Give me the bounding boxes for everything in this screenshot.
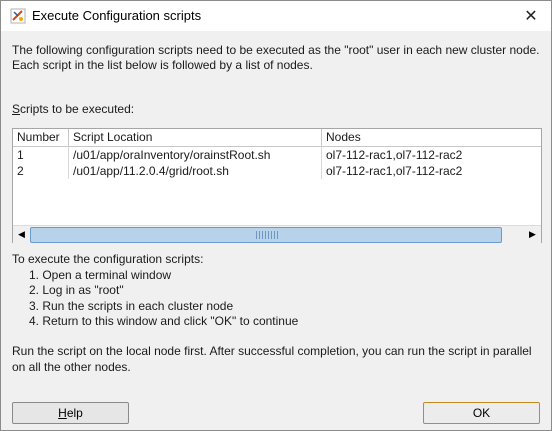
column-header-number[interactable]: Number <box>13 129 69 146</box>
scripts-label: Scripts to be executed: <box>12 102 134 116</box>
window-title: Execute Configuration scripts <box>32 8 202 23</box>
scroll-left-icon[interactable]: ◀ <box>13 226 30 243</box>
description-text: The following configuration scripts need… <box>12 43 540 72</box>
table-cell-script-location: /u01/app/11.2.0.4/grid/root.sh <box>69 163 322 179</box>
scripts-label-text: cripts to be executed: <box>20 102 135 116</box>
scroll-right-icon[interactable]: ▶ <box>524 226 541 243</box>
table-header: Number Script Location Nodes <box>13 129 541 147</box>
scrollbar-thumb[interactable] <box>30 227 502 243</box>
oracle-installer-icon <box>10 8 26 24</box>
instructions-heading: To execute the configuration scripts: <box>12 252 204 266</box>
instruction-step: 1. Open a terminal window <box>29 267 172 282</box>
help-button-mnemonic: H <box>58 406 67 420</box>
instruction-step: 4. Return to this window and click "OK" … <box>29 314 299 328</box>
table-cell-number: 2 <box>13 163 69 179</box>
instructions: To execute the configuration scripts: 1.… <box>12 252 298 330</box>
help-button-label: elp <box>66 406 83 420</box>
column-header-nodes[interactable]: Nodes <box>322 129 541 146</box>
instruction-step: 2. Log in as "root" <box>29 283 124 297</box>
table-cell-nodes: ol7-112-rac1,ol7-112-rac2 <box>326 164 463 178</box>
local-node-note: Run the script on the local node first. … <box>12 344 532 374</box>
dialog-window: Execute Configuration scripts ✕ The foll… <box>0 0 552 431</box>
table-row[interactable]: 1 /u01/app/oraInventory/orainstRoot.sh o… <box>13 147 541 163</box>
title-bar[interactable]: Execute Configuration scripts ✕ <box>1 1 551 31</box>
table-cell-nodes: ol7-112-rac1,ol7-112-rac2 <box>326 148 463 162</box>
ok-button[interactable]: OK <box>423 402 540 424</box>
table-row[interactable]: 2 /u01/app/11.2.0.4/grid/root.sh ol7-112… <box>13 163 541 179</box>
help-button[interactable]: Help <box>12 402 129 424</box>
scripts-table[interactable]: Number Script Location Nodes 1 /u01/app/… <box>12 128 542 243</box>
table-cell-script-location: /u01/app/oraInventory/orainstRoot.sh <box>69 147 322 163</box>
instruction-step: 3. Run the scripts in each cluster node <box>29 298 234 313</box>
scripts-label-mnemonic: S <box>12 102 21 116</box>
dialog-body: The following configuration scripts need… <box>1 31 551 430</box>
column-header-script-location[interactable]: Script Location <box>69 129 322 146</box>
close-icon[interactable]: ✕ <box>511 1 551 31</box>
horizontal-scrollbar[interactable]: ◀ ▶ <box>13 225 541 243</box>
instructions-steps: 1. Open a terminal window 2. Log in as "… <box>12 268 298 330</box>
scrollbar-grip <box>256 231 278 239</box>
table-cell-number: 1 <box>13 147 69 163</box>
